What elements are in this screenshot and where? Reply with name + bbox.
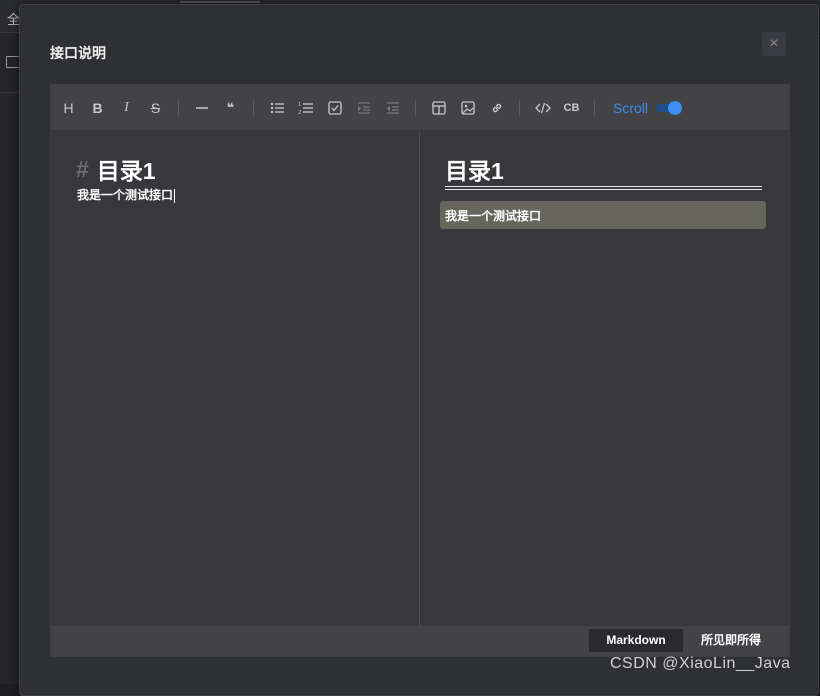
switch-knob bbox=[668, 100, 683, 115]
scroll-sync-label: Scroll bbox=[613, 99, 649, 116]
toolbar-divider bbox=[415, 99, 416, 116]
background-divider bbox=[180, 1, 260, 3]
codeblock-icon: CB bbox=[563, 101, 580, 114]
markdown-input-pane[interactable]: # 目录1 我是一个测试接口 bbox=[51, 130, 420, 626]
bold-icon: B bbox=[92, 99, 103, 116]
blockquote-button[interactable]: ❝ bbox=[216, 95, 245, 121]
preview-paragraph-highlight: 我是一个测试接口 bbox=[440, 201, 766, 229]
editor-mode-bar: Markdown 所见即所得 bbox=[51, 626, 789, 656]
toolbar-divider bbox=[519, 99, 520, 116]
preview-pane: 目录1 我是一个测试接口 bbox=[420, 130, 789, 626]
bold-button[interactable]: B bbox=[83, 95, 112, 121]
link-icon bbox=[492, 103, 501, 112]
markdown-paragraph-text: 我是一个测试接口 bbox=[77, 188, 174, 202]
tab-wysiwyg[interactable]: 所见即所得 bbox=[691, 629, 771, 652]
image-button[interactable] bbox=[453, 95, 482, 121]
strikethrough-icon: S bbox=[150, 99, 161, 116]
preview-heading-rule bbox=[445, 186, 762, 190]
toolbar-divider bbox=[178, 99, 179, 116]
strikethrough-button[interactable]: S bbox=[141, 95, 170, 121]
toolbar-divider bbox=[594, 99, 595, 116]
table-icon bbox=[431, 100, 446, 115]
code-button[interactable] bbox=[528, 95, 557, 121]
markdown-paragraph-line: 我是一个测试接口 bbox=[77, 186, 176, 203]
tab-markdown[interactable]: Markdown bbox=[589, 629, 683, 652]
folder-icon bbox=[6, 56, 20, 68]
background-divider bbox=[0, 92, 19, 93]
italic-button[interactable]: I bbox=[112, 95, 141, 121]
image-icon bbox=[460, 100, 475, 115]
watermark: CSDN @XiaoLin__Java bbox=[610, 655, 791, 672]
outdent-button[interactable] bbox=[378, 95, 407, 121]
indent-button[interactable] bbox=[349, 95, 378, 121]
scroll-sync-switch[interactable] bbox=[656, 100, 683, 115]
scroll-sync-toggle[interactable]: Scroll bbox=[613, 99, 683, 116]
svg-text:2: 2 bbox=[298, 110, 301, 115]
task-list-button[interactable] bbox=[320, 95, 349, 121]
bullet-list-button[interactable] bbox=[262, 95, 291, 121]
preview-paragraph: 我是一个测试接口 bbox=[445, 209, 542, 223]
preview-heading: 目录1 bbox=[445, 158, 504, 184]
code-icon bbox=[534, 102, 551, 113]
modal-dialog: 接口说明 × H B I S ❝ 1 2 CB Scroll # 目录1 我是一… bbox=[19, 4, 819, 696]
toolbar-divider bbox=[253, 99, 254, 116]
bullet-list-icon bbox=[270, 102, 284, 113]
close-button[interactable]: × bbox=[762, 32, 786, 56]
heading-button[interactable]: H bbox=[54, 95, 83, 121]
checkbox-icon bbox=[327, 100, 342, 115]
svg-text:1: 1 bbox=[298, 102, 301, 108]
heading-icon: H bbox=[63, 99, 74, 116]
ordered-list-icon: 12 bbox=[298, 102, 313, 115]
markdown-editor: H B I S ❝ 12 CB Scroll # 目录1 我是一个测试接口 目录… bbox=[50, 84, 790, 657]
link-button[interactable] bbox=[482, 95, 511, 121]
table-button[interactable] bbox=[424, 95, 453, 121]
codeblock-button[interactable]: CB bbox=[557, 95, 586, 121]
horizontal-rule-icon bbox=[195, 106, 208, 109]
ordered-list-button[interactable]: 12 bbox=[291, 95, 320, 121]
italic-icon: I bbox=[124, 99, 129, 115]
quote-icon: ❝ bbox=[226, 99, 235, 115]
editor-toolbar: H B I S ❝ 12 CB Scroll bbox=[51, 85, 789, 130]
markdown-heading-line: # 目录1 bbox=[76, 152, 156, 186]
markdown-heading-text: 目录1 bbox=[96, 158, 156, 184]
outdent-icon bbox=[386, 101, 399, 114]
horizontal-rule-button[interactable] bbox=[187, 95, 216, 121]
indent-icon bbox=[357, 101, 370, 114]
close-icon: × bbox=[769, 35, 779, 52]
text-caret bbox=[174, 188, 176, 203]
heading-marker: # bbox=[76, 155, 89, 182]
modal-title: 接口说明 bbox=[50, 45, 106, 61]
